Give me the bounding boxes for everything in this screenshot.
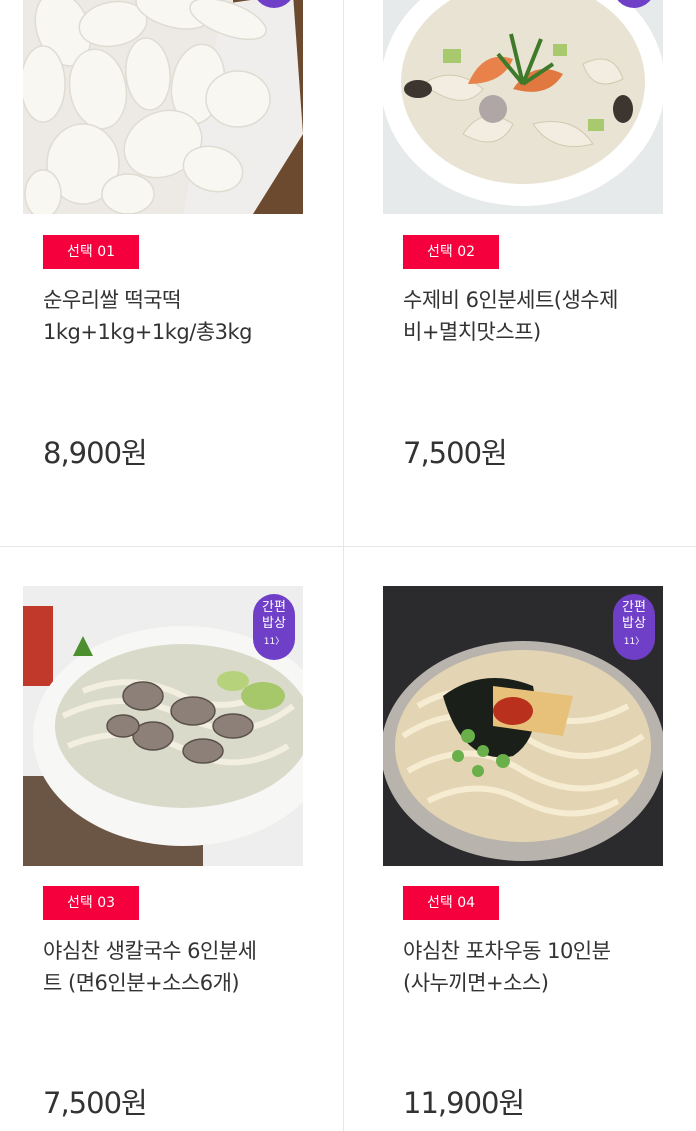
product-card-3[interactable]: 간편 밥상 11〉 선택 03 야심찬 생칼국수 6인분세 트 (면6인분+소스…	[23, 547, 303, 1131]
product-name[interactable]: 순우리쌀 떡국떡 1kg+1kg+1kg/총3kg	[43, 284, 293, 348]
badge-logo: 11〉	[623, 637, 645, 647]
product-name[interactable]: 수제비 6인분세트(생수제 비+멸치맛스프)	[403, 284, 653, 348]
column-divider	[343, 0, 344, 1131]
product-name[interactable]: 야심찬 포차우동 10인분 (사누끼면+소스)	[403, 935, 653, 999]
product-price: 7,500원	[43, 1086, 148, 1120]
option-tag: 선택 03	[43, 886, 139, 920]
product-image-sujebi[interactable]	[383, 0, 663, 214]
product-image-rice-cake[interactable]	[23, 0, 303, 214]
badge-line-2: 밥상	[262, 616, 286, 631]
product-price: 7,500원	[403, 436, 508, 470]
product-price: 11,900원	[403, 1086, 525, 1120]
badge-logo: 11〉	[263, 637, 285, 647]
product-name-line-2: (사누끼면+소스)	[403, 971, 549, 995]
product-name-line-1: 수제비 6인분세트(생수제	[403, 288, 618, 312]
badge-line-2: 밥상	[622, 616, 646, 631]
product-name[interactable]: 야심찬 생칼국수 6인분세 트 (면6인분+소스6개)	[43, 935, 293, 999]
option-tag: 선택 04	[403, 886, 499, 920]
product-card-1[interactable]: 선택 01 순우리쌀 떡국떡 1kg+1kg+1kg/총3kg 8,900원	[23, 0, 303, 546]
option-tag: 선택 02	[403, 235, 499, 269]
product-name-line-2: 트 (면6인분+소스6개)	[43, 971, 240, 995]
product-grid: 선택 01 순우리쌀 떡국떡 1kg+1kg+1kg/총3kg 8,900원 선…	[0, 0, 696, 1131]
product-image-kalguksu[interactable]: 간편 밥상 11〉	[23, 586, 303, 866]
easy-meal-badge: 간편 밥상 11〉	[253, 594, 295, 660]
product-name-line-2: 1kg+1kg+1kg/총3kg	[43, 320, 253, 344]
option-tag: 선택 01	[43, 235, 139, 269]
product-name-line-2: 비+멸치맛스프)	[403, 320, 541, 344]
product-price: 8,900원	[43, 436, 148, 470]
product-card-4[interactable]: 간편 밥상 11〉 선택 04 야심찬 포차우동 10인분 (사누끼면+소스) …	[383, 547, 663, 1131]
product-card-2[interactable]: 선택 02 수제비 6인분세트(생수제 비+멸치맛스프) 7,500원	[383, 0, 663, 546]
easy-meal-badge: 간편 밥상 11〉	[613, 594, 655, 660]
product-name-line-1: 야심찬 포차우동 10인분	[403, 939, 611, 963]
product-name-line-1: 순우리쌀 떡국떡	[43, 288, 181, 312]
product-name-line-1: 야심찬 생칼국수 6인분세	[43, 939, 257, 963]
badge-line-1: 간편	[622, 600, 646, 615]
badge-line-1: 간편	[262, 600, 286, 615]
product-image-udon[interactable]: 간편 밥상 11〉	[383, 586, 663, 866]
